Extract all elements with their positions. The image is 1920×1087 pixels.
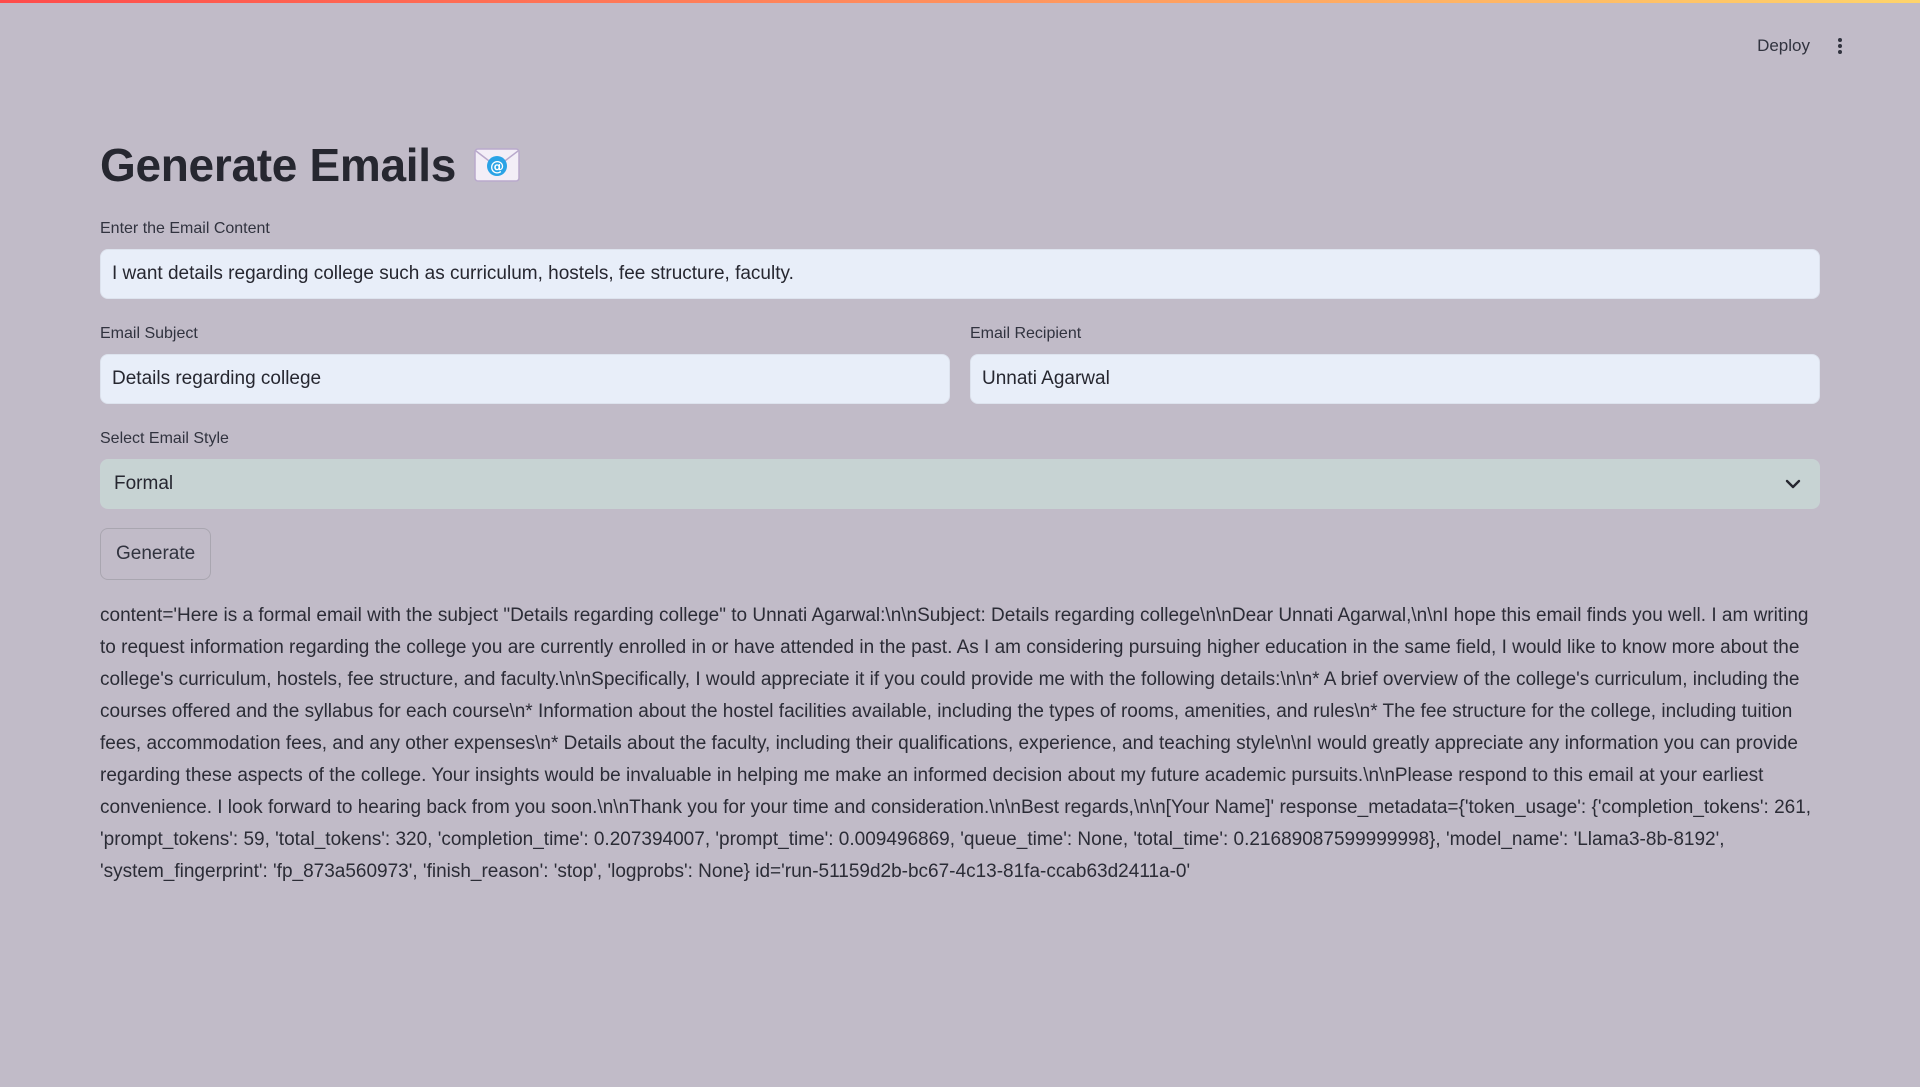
page-title-row: Generate Emails @: [100, 138, 520, 192]
menu-dot: [1838, 44, 1842, 48]
app-header: Deploy: [0, 0, 1920, 90]
email-recipient-label: Email Recipient: [970, 325, 1082, 342]
email-style-select[interactable]: Formal: [100, 459, 1820, 509]
email-style-label: Select Email Style: [100, 430, 229, 447]
incoming-envelope-icon: @: [474, 148, 520, 182]
menu-dot: [1838, 50, 1842, 54]
email-subject-input[interactable]: [100, 354, 950, 404]
email-content-label: Enter the Email Content: [100, 220, 270, 237]
email-content-input[interactable]: [100, 249, 1820, 299]
kebab-menu-icon[interactable]: [1826, 32, 1854, 60]
generated-email-output: content='Here is a formal email with the…: [100, 605, 1812, 882]
menu-dot: [1838, 38, 1842, 42]
email-subject-label: Email Subject: [100, 325, 198, 342]
svg-text:@: @: [490, 159, 504, 175]
deploy-button[interactable]: Deploy: [1745, 30, 1822, 62]
generate-button[interactable]: Generate: [100, 528, 212, 580]
email-style-selected-value: Formal: [114, 473, 174, 494]
email-recipient-input[interactable]: [970, 354, 1820, 404]
chevron-down-icon: [1785, 479, 1801, 489]
page-title: Generate Emails: [100, 139, 457, 191]
